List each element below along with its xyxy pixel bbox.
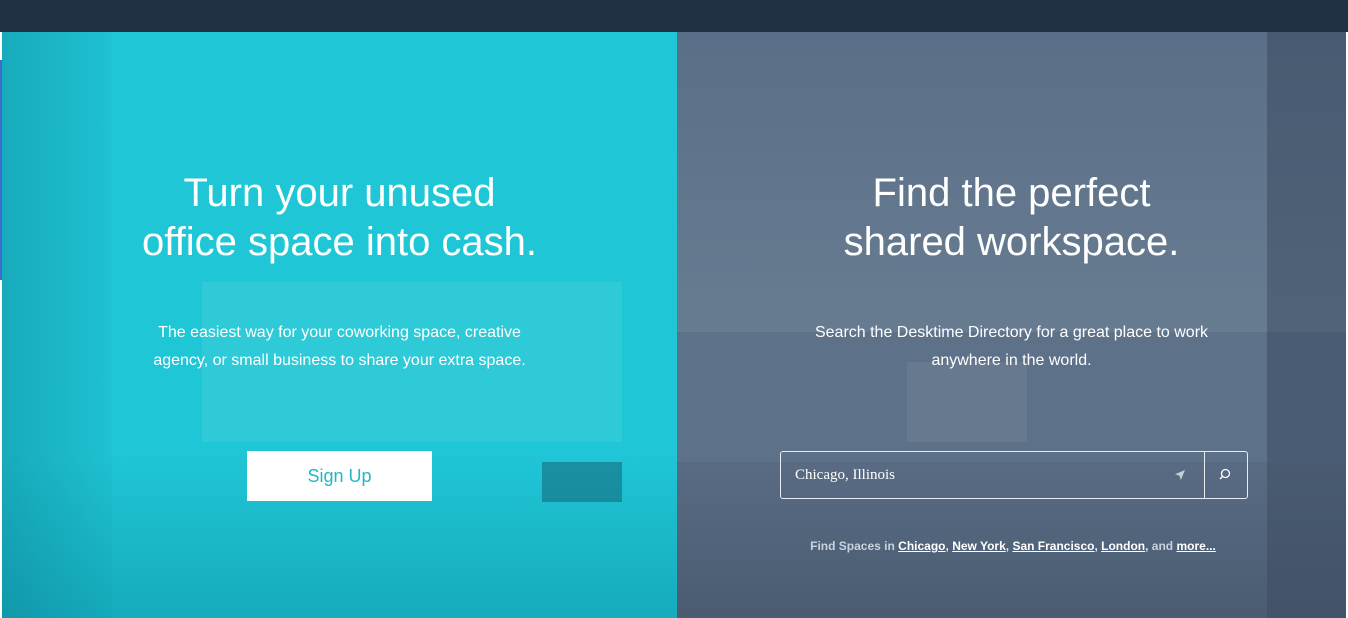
city-link-london[interactable]: London [1101,539,1145,553]
and-label: and [1151,539,1174,553]
search-button[interactable] [1205,452,1247,498]
city-link-chicago[interactable]: Chicago [898,539,945,553]
search-subtext-line: anywhere in the world. [931,352,1092,369]
top-nav-bar [0,0,1348,32]
background-texture [542,462,622,502]
search-headline-line: Find the perfect [872,171,1151,215]
location-search-box [780,451,1248,499]
host-headline-line: Turn your unused [183,171,496,215]
city-link-san-francisco[interactable]: San Francisco [1012,539,1094,553]
search-subtext: Search the Desktime Directory for a grea… [677,319,1346,375]
search-headline-line: shared workspace. [843,220,1180,264]
popular-cities-line: Find Spaces in Chicago, New York, San Fr… [810,539,1216,553]
host-subtext: The easiest way for your coworking space… [2,319,677,375]
host-headline-line: office space into cash. [141,220,538,264]
host-subtext-line: The easiest way for your coworking space… [158,324,521,341]
search-icon [1219,468,1231,480]
host-subtext-line: agency, or small business to share your … [153,352,526,369]
city-link-new-york[interactable]: New York [952,539,1006,553]
page: Turn your unused office space into cash.… [0,0,1348,618]
location-search-input[interactable] [781,452,1176,498]
search-headline: Find the perfect shared workspace. [677,169,1346,267]
search-subtext-line: Search the Desktime Directory for a grea… [814,324,1209,341]
host-headline: Turn your unused office space into cash. [2,169,677,267]
more-cities-link[interactable]: more... [1176,539,1215,553]
sign-up-button[interactable]: Sign Up [247,451,432,501]
find-spaces-label: Find Spaces in [810,539,895,553]
location-arrow-icon[interactable] [1174,469,1186,481]
